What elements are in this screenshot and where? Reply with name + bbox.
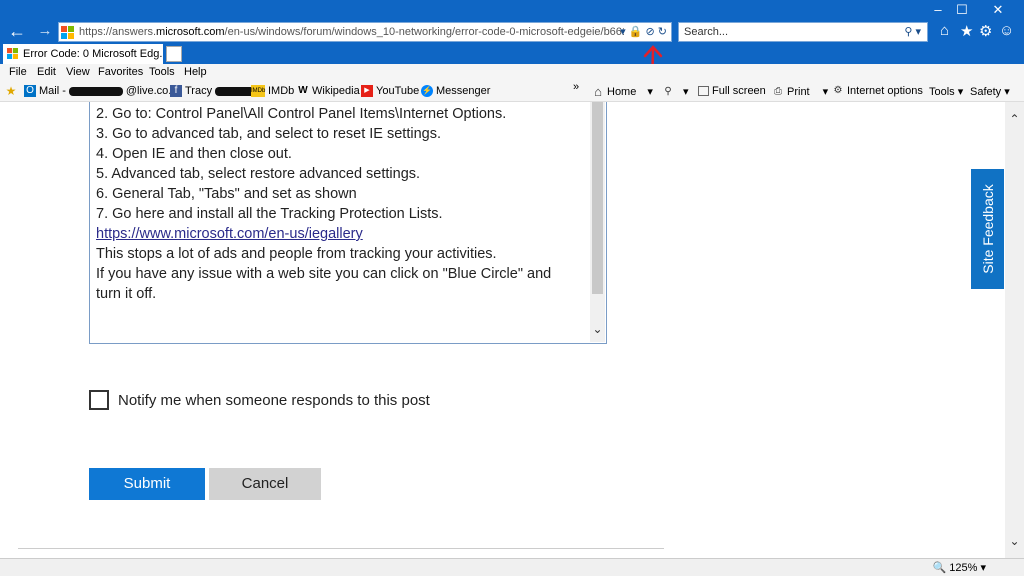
reply-textarea[interactable]: 2. Go to: Control Panel\All Control Pane… (89, 102, 607, 344)
divider (18, 548, 664, 549)
textarea-scrollbar[interactable]: ⌄ (590, 102, 605, 342)
menu-view[interactable]: View (66, 66, 90, 78)
fav-messenger[interactable]: ⚡ Messenger (421, 85, 490, 97)
browser-titlebar: ← → https://answers.microsoft.com/en-us/… (0, 0, 1024, 44)
cmd-internet-options[interactable]: ⚙ Internet options (832, 85, 923, 97)
cmd-zoom[interactable]: ⚲ ▾ (662, 85, 689, 99)
page-scrollbar[interactable]: ⌃ ⌄ (1005, 102, 1024, 558)
cancel-button[interactable]: Cancel (209, 468, 321, 500)
lock-icon[interactable]: 🔒 (629, 26, 643, 38)
zoom-icon: ⚲ (664, 85, 672, 97)
menu-help[interactable]: Help (184, 66, 207, 78)
chevron-down-icon[interactable]: ⌄ (1005, 534, 1024, 548)
tab-row: Error Code: 0 Microsoft Edg... (0, 44, 1024, 64)
favorites-star-icon[interactable]: ★ (5, 85, 17, 97)
chevron-down-icon[interactable]: ⌄ (590, 322, 605, 336)
close-button[interactable]: ✕ (986, 2, 1010, 18)
post-line: turn it off. (96, 286, 157, 302)
favbar-overflow-icon[interactable]: » (573, 81, 579, 93)
fav-wikipedia[interactable]: W Wikipedia (297, 85, 359, 97)
cmd-home[interactable]: ⌂ Home ▾ (592, 83, 653, 99)
site-feedback-button[interactable]: Site Feedback (971, 169, 1004, 289)
url-text: https://answers.microsoft.com/en-us/wind… (79, 26, 624, 38)
new-tab-button[interactable] (166, 46, 182, 62)
cmd-full-screen[interactable]: Full screen (698, 85, 766, 97)
full-screen-icon (698, 86, 709, 96)
home-icon: ⌂ (594, 83, 602, 99)
chevron-up-icon[interactable]: ⌃ (1005, 112, 1024, 126)
zoom-control[interactable]: 🔍 125% ▾ (933, 561, 986, 574)
menu-tools[interactable]: Tools (149, 66, 175, 78)
facebook-icon: f (170, 85, 182, 97)
iegallery-link[interactable]: https://www.microsoft.com/en-us/iegaller… (96, 226, 363, 242)
page-content: 2. Go to: Control Panel\All Control Pane… (0, 102, 1005, 558)
microsoft-logo-icon (61, 26, 74, 39)
tracking-protection-icon[interactable]: ⊘ (646, 26, 655, 38)
menu-favorites[interactable]: Favorites (98, 66, 143, 78)
notify-checkbox[interactable] (89, 390, 109, 410)
fav-youtube[interactable]: ▶ YouTube (361, 85, 419, 97)
scrollbar-thumb[interactable] (592, 102, 603, 294)
favorites-star-icon[interactable]: ★ (960, 22, 973, 40)
chevron-down-icon: ▾ (1004, 86, 1010, 98)
imdb-icon: IMDb (251, 85, 265, 97)
redaction (215, 86, 256, 96)
outlook-icon: O (24, 85, 36, 97)
wikipedia-icon: W (298, 85, 308, 96)
settings-gear-icon[interactable]: ⚙ (979, 22, 992, 40)
post-line: 7. Go here and install all the Tracking … (96, 206, 443, 222)
cmd-print[interactable]: ⎙ Print ▾ (772, 85, 829, 99)
site-feedback-label: Site Feedback (979, 184, 996, 274)
post-line: This stops a lot of ads and people from … (96, 246, 497, 262)
fav-mail[interactable]: O Mail - @live.co... (24, 85, 177, 97)
search-icon[interactable]: ⚲ ▾ (904, 23, 921, 41)
dropdown-icon[interactable]: ▾ (620, 26, 626, 38)
post-line: 2. Go to: Control Panel\All Control Pane… (96, 106, 507, 122)
address-bar-icons: ▾ 🔒 ⊘ ↻ (620, 23, 667, 41)
tab-active[interactable]: Error Code: 0 Microsoft Edg... (3, 44, 163, 64)
internet-options-icon: ⚙ (833, 85, 843, 96)
cmd-tools[interactable]: Tools ▾ (929, 85, 964, 99)
fav-tracy[interactable]: f Tracy (170, 85, 256, 97)
menu-bar: File Edit View Favorites Tools Help (0, 64, 1024, 81)
address-bar[interactable]: https://answers.microsoft.com/en-us/wind… (58, 22, 672, 42)
cmd-safety[interactable]: Safety ▾ (970, 85, 1010, 99)
post-line: 5. Advanced tab, select restore advanced… (96, 166, 421, 182)
favorites-bar: ★ O Mail - @live.co... f Tracy IMDb IMDb… (0, 81, 1024, 102)
tab-title: Error Code: 0 Microsoft Edg... (23, 48, 163, 60)
youtube-icon: ▶ (361, 85, 373, 97)
post-line: 3. Go to advanced tab, and select to res… (96, 126, 441, 142)
microsoft-logo-icon (7, 48, 18, 59)
home-icon[interactable]: ⌂ (940, 22, 949, 39)
redaction (68, 86, 123, 96)
notify-label[interactable]: Notify me when someone responds to this … (118, 392, 430, 409)
fav-imdb[interactable]: IMDb IMDb (251, 85, 294, 97)
chevron-down-icon[interactable]: ▾ (823, 85, 829, 98)
chevron-down-icon: ▾ (957, 86, 964, 98)
messenger-icon: ⚡ (421, 85, 433, 97)
printer-icon: ⎙ (774, 85, 782, 97)
chevron-down-icon[interactable]: ▾ (683, 85, 689, 98)
menu-edit[interactable]: Edit (37, 66, 56, 78)
back-button[interactable]: ← (6, 20, 28, 42)
minimize-button[interactable]: – (926, 2, 950, 17)
menu-file[interactable]: File (9, 66, 27, 78)
search-box[interactable]: Search... ⚲ ▾ (678, 22, 928, 42)
status-bar: 🔍 125% ▾ (0, 558, 1024, 576)
submit-button[interactable]: Submit (89, 468, 205, 500)
forward-button[interactable]: → (34, 20, 56, 42)
refresh-icon[interactable]: ↻ (658, 26, 667, 38)
chevron-down-icon[interactable]: ▾ (647, 85, 653, 98)
post-line: 6. General Tab, "Tabs" and set as shown (96, 186, 357, 202)
post-line: 4. Open IE and then close out. (96, 146, 292, 162)
search-placeholder: Search... (684, 26, 729, 38)
smiley-feedback-icon[interactable]: ☺ (999, 22, 1014, 39)
post-line: If you have any issue with a web site yo… (96, 266, 552, 282)
maximize-button[interactable]: ☐ (950, 2, 974, 18)
